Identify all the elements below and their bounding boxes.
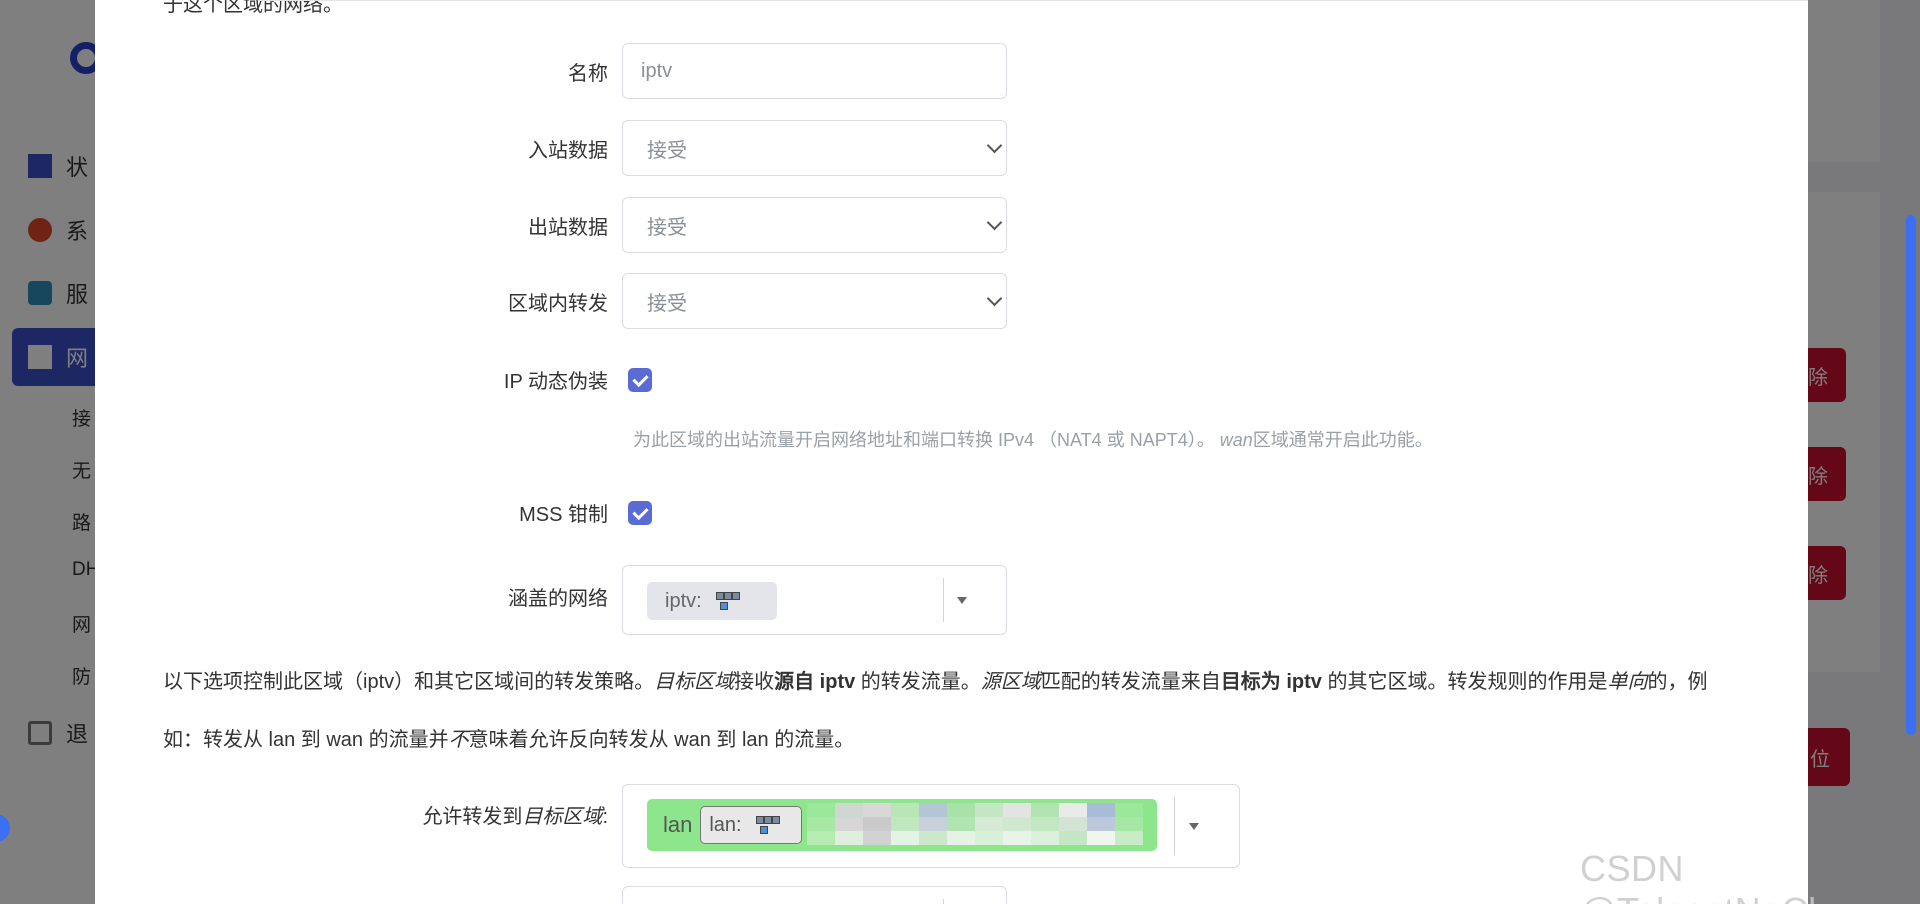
input-row: 入站数据 接受 [119,120,1319,176]
forward-label: 区域内转发 [508,293,608,315]
allow-forward-label: 允许转发到目标区域: [422,806,608,828]
watermark-text: CSDN @TeleostNaCl [1580,848,1816,904]
name-input[interactable]: iptv [622,43,1007,99]
tab-divider [259,0,1808,1]
output-select[interactable]: 接受 [622,197,1007,253]
covered-networks-row: 涵盖的网络 iptv: [119,565,1319,635]
output-label: 出站数据 [528,217,608,239]
forward-select[interactable]: 接受 [622,273,1007,329]
covered-networks-label: 涵盖的网络 [508,588,608,610]
input-select-value: 接受 [647,139,687,162]
network-tag-iptv[interactable]: iptv: [647,582,777,620]
name-label: 名称 [568,63,608,85]
next-field-select[interactable] [622,886,1007,904]
masquerading-row: IP 动态伪装 [119,362,1319,402]
forwarding-description-line-1: 以下选项控制此区域（iptv）和其它区域间的转发策略。目标区域接收源自 iptv… [163,671,1708,693]
mss-clamping-checkbox[interactable] [628,501,652,525]
dropdown-arrow-icon[interactable] [1189,823,1199,830]
input-select[interactable]: 接受 [622,120,1007,176]
output-row: 出站数据 接受 [119,197,1319,253]
zone-tag-name: lan [663,812,693,837]
dropdown-arrow-icon[interactable] [957,597,967,604]
forwarding-description: 以下选项控制此区域（iptv）和其它区域间的转发策略。目标区域接收源自 iptv… [163,653,1803,769]
zone-tag-lan[interactable]: lan lan: [647,799,1157,851]
masquerading-label: IP 动态伪装 [503,371,608,393]
chevron-down-icon [986,290,1003,307]
modal-body: 于这个区域的网络。 名称 iptv 入站数据 接受 出站数据 接受 区域内转发 [119,0,1808,904]
covered-networks-select[interactable]: iptv: [622,565,1007,635]
mss-label: MSS 钳制 [519,504,608,526]
zone-network-tag: lan: [700,806,803,844]
masquerading-checkbox[interactable] [628,368,652,392]
chevron-down-icon [986,214,1003,231]
allow-forward-row: 允许转发到目标区域: lan lan: [119,784,1319,868]
name-row: 名称 iptv [119,43,1319,99]
forwarding-description-line-2: 如：转发从 lan 到 wan 的流量并不意味着允许反向转发从 wan 到 la… [163,729,855,751]
redacted-mosaic [807,803,1143,845]
select-divider [943,899,944,904]
select-divider [943,578,944,622]
forward-select-value: 接受 [647,292,687,315]
input-label: 入站数据 [528,140,608,162]
forward-row: 区域内转发 接受 [119,273,1319,329]
allow-forward-select[interactable]: lan lan: [622,784,1240,868]
masquerading-hint: 为此区域的出站流量开启网络地址和端口转换 IPv4 （NAT4 或 NAPT4）… [633,430,1433,450]
network-port-icon [754,814,780,836]
page-scrollbar[interactable] [1906,215,1916,735]
chevron-down-icon [986,137,1003,154]
zone-settings-modal: 于这个区域的网络。 名称 iptv 入站数据 接受 出站数据 接受 区域内转发 [95,0,1808,904]
network-port-icon [714,590,740,612]
output-select-value: 接受 [647,216,687,239]
mss-row: MSS 钳制 [119,495,1319,535]
zone-description-text: 于这个区域的网络。 [163,0,343,16]
select-divider [1174,797,1175,855]
